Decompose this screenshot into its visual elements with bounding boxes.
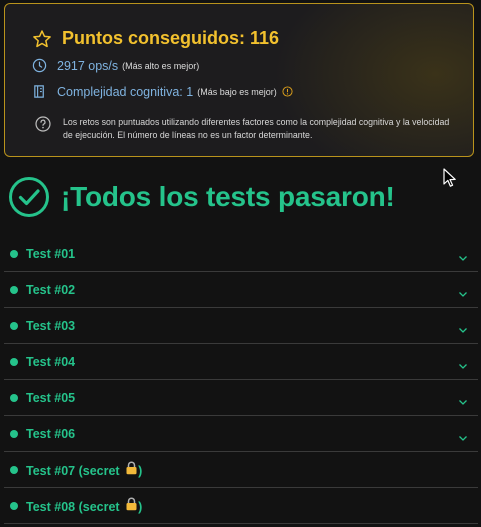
lock-icon: [125, 461, 138, 475]
score-title: Puntos conseguidos: 116: [62, 28, 280, 48]
ops-row: 2917 ops/s (Más alto es mejor): [32, 58, 199, 73]
mouse-cursor-icon: [443, 168, 456, 193]
test-item-06[interactable]: Test #06: [4, 416, 478, 452]
chevron-down-icon[interactable]: [458, 393, 468, 411]
result-title: ¡Todos los tests pasaron!: [61, 181, 395, 212]
test-list: Test #01 Test #02 Test #03 Test #04 Test…: [4, 236, 478, 524]
test-label: Test #03: [26, 318, 76, 333]
status-dot: [10, 393, 18, 402]
test-label: Test #02: [26, 282, 76, 297]
lock-icon: [125, 497, 138, 511]
ops-value: 2917 ops/s: [57, 58, 119, 73]
test-label: Test #08 (secret ): [26, 497, 142, 514]
test-item-01[interactable]: Test #01: [4, 236, 478, 272]
test-item-07: Test #07 (secret ): [4, 452, 478, 488]
result-banner: ¡Todos los tests pasaron!: [8, 176, 395, 218]
complexity-row: Complejidad cognitiva: 1 (Más bajo es me…: [32, 84, 293, 99]
test-item-03[interactable]: Test #03: [4, 308, 478, 344]
complexity-note: (Más bajo es mejor): [197, 86, 277, 97]
info-circle-icon[interactable]: [282, 86, 293, 97]
chevron-down-icon[interactable]: [458, 285, 468, 303]
score-title-row: Puntos conseguidos: 116: [32, 28, 279, 49]
status-dot: [10, 501, 18, 510]
chevron-down-icon[interactable]: [458, 429, 468, 447]
question-circle-icon: [35, 116, 51, 132]
test-label: Test #04: [26, 354, 76, 369]
check-circle-icon: [8, 176, 50, 218]
test-label: Test #05: [26, 390, 76, 405]
chevron-down-icon[interactable]: [458, 321, 468, 339]
test-item-05[interactable]: Test #05: [4, 380, 478, 416]
test-label: Test #01: [26, 246, 76, 261]
star-icon: [32, 29, 52, 49]
status-dot: [10, 285, 18, 294]
status-dot: [10, 429, 18, 438]
chevron-down-icon[interactable]: [458, 357, 468, 375]
status-dot: [10, 465, 18, 474]
test-item-04[interactable]: Test #04: [4, 344, 478, 380]
test-item-02[interactable]: Test #02: [4, 272, 478, 308]
status-dot: [10, 249, 18, 258]
chevron-down-icon[interactable]: [458, 249, 468, 267]
info-text: Los retos son puntuados utilizando difer…: [63, 117, 450, 140]
ops-note: (Más alto es mejor): [122, 60, 200, 71]
complexity-value: Complejidad cognitiva: 1: [57, 84, 194, 99]
status-dot: [10, 357, 18, 366]
test-label: Test #06: [26, 426, 76, 441]
test-item-08: Test #08 (secret ): [4, 488, 478, 524]
score-card: Puntos conseguidos: 116 2917 ops/s (Más …: [4, 3, 474, 157]
document-icon: [32, 84, 47, 99]
test-label: Test #07 (secret ): [26, 461, 142, 478]
clock-icon: [32, 58, 47, 73]
status-dot: [10, 321, 18, 330]
info-row: Los retos son puntuados utilizando difer…: [35, 116, 453, 142]
